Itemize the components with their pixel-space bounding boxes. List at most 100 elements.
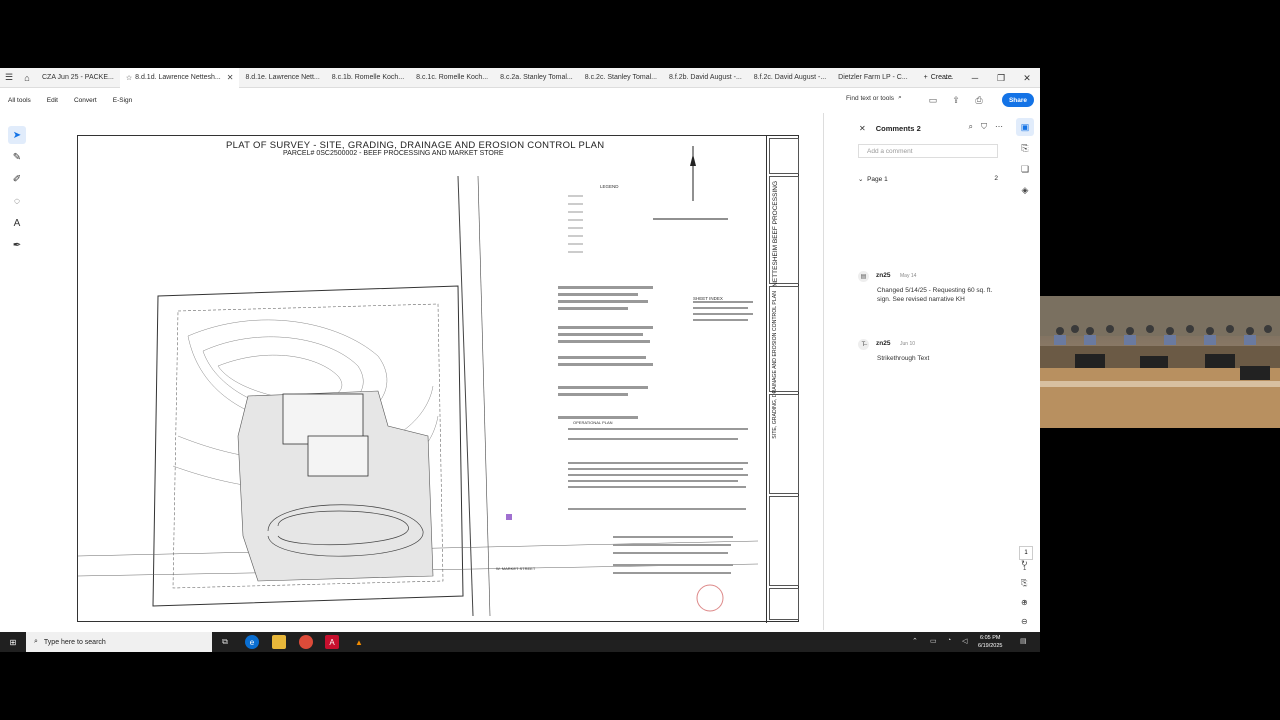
sheet-index-label: SHEET INDEX: [693, 296, 723, 301]
menu-edit[interactable]: Edit: [39, 97, 66, 104]
tab-3[interactable]: 8.c.1b. Romelle Koch...: [326, 68, 410, 88]
comment-text: Strikethrough Text: [877, 355, 930, 362]
chevron-down-icon: ⌄: [858, 176, 864, 183]
comments-panel-icon[interactable]: ▣: [1016, 118, 1034, 136]
title-cell-2: SITE, GRADING, DRAINAGE AND EROSION CONT…: [769, 286, 799, 439]
tab-8[interactable]: 8.f.2c. David August -...: [748, 68, 832, 88]
upload-icon[interactable]: ⇪: [950, 94, 962, 106]
acrobat-window: ☰ ⌂ CZA Jun 25 - PACKE... ☆ 8.d.1d. Lawre…: [0, 67, 1040, 632]
refresh-icon[interactable]: ↻: [1021, 559, 1028, 568]
text-tool-icon[interactable]: A: [8, 214, 26, 232]
comments-toolbar: ⌕ ⛉ ⋯: [969, 122, 1003, 132]
comment-item[interactable]: T̶ zn25 Jun 10 Strikethrough Text: [858, 339, 998, 369]
edge-icon[interactable]: e: [245, 635, 259, 649]
tab-0[interactable]: CZA Jun 25 - PACKE...: [36, 68, 120, 88]
strikethrough-icon: T̶: [858, 339, 869, 350]
share-label: Share: [1008, 96, 1028, 104]
tab-label: 8.c.2a. Stanley Tomal...: [500, 74, 573, 81]
zoom-in-icon[interactable]: ⊕: [1021, 598, 1028, 607]
pages-icon[interactable]: ❏: [1016, 160, 1034, 178]
add-comment-input[interactable]: Add a comment: [858, 144, 998, 158]
page-group-count: 2: [994, 175, 998, 182]
more-icon[interactable]: ⋯: [936, 68, 962, 88]
share-button[interactable]: Share: [1002, 93, 1034, 107]
tab-7[interactable]: 8.f.2b. David August -...: [663, 68, 748, 88]
tab-9[interactable]: Dietzler Farm LP - C...: [832, 68, 914, 88]
tray-chevron-icon[interactable]: ⌃: [912, 637, 918, 645]
notification-icon[interactable]: ▤: [1020, 637, 1027, 645]
draw-tool-icon[interactable]: ◌: [8, 192, 26, 210]
task-view-icon[interactable]: ⧉: [218, 635, 232, 649]
meeting-video: [1040, 296, 1280, 428]
tab-bar: ☰ ⌂ CZA Jun 25 - PACKE... ☆ 8.d.1d. Lawre…: [0, 67, 1040, 88]
clock-time: 6:05 PM: [979, 635, 1001, 641]
search-icon: ⌕: [898, 94, 902, 101]
tab-6[interactable]: 8.c.2c. Stanley Tomal...: [579, 68, 663, 88]
tab-label: 8.c.1b. Romelle Koch...: [331, 74, 405, 81]
meeting-scene: [1040, 296, 1280, 428]
tab-5[interactable]: 8.c.2a. Stanley Tomal...: [494, 68, 579, 88]
close-icon[interactable]: ✕: [859, 124, 866, 133]
tab-label: 8.d.1e. Lawrence Nett...: [245, 74, 320, 81]
menu-esign[interactable]: E-Sign: [105, 97, 141, 104]
page-group[interactable]: ⌄ Page 1 2: [858, 175, 998, 183]
acrobat-icon[interactable]: A: [325, 635, 339, 649]
highlight-tool-icon[interactable]: ✐: [8, 170, 26, 188]
volume-icon[interactable]: ◁: [962, 637, 967, 645]
comments-title: Comments 2: [875, 123, 921, 133]
taskbar-search[interactable]: ⌕ Type here to search: [26, 632, 212, 652]
search-icon[interactable]: ⌕: [969, 122, 973, 132]
street-label: W. MARKET STREET: [496, 566, 536, 571]
save-icon[interactable]: ▭: [927, 94, 939, 106]
site-plan-drawing: [78, 146, 759, 617]
tab-label: 8.f.2b. David August -...: [669, 74, 742, 81]
tab-label: 8.c.2c. Stanley Tomal...: [584, 74, 658, 81]
document-viewer[interactable]: PLAT OF SURVEY - SITE, GRADING, DRAINAGE…: [44, 113, 824, 630]
layers-icon[interactable]: ◈: [1016, 181, 1034, 199]
close-tab-icon[interactable]: ✕: [227, 73, 234, 82]
page-number-input[interactable]: 1: [1019, 546, 1033, 560]
tab-4[interactable]: 8.c.1c. Romelle Koch...: [410, 68, 494, 88]
network-icon[interactable]: ▭: [930, 637, 937, 645]
title-cell-5: [769, 588, 799, 620]
menu-icon[interactable]: ☰: [0, 68, 18, 88]
chrome-icon[interactable]: [299, 635, 313, 649]
title-cell-1: NETTESHEIM BEEF PROCESSING: [769, 176, 799, 287]
filter-icon[interactable]: ⛉: [981, 122, 987, 132]
comment-item[interactable]: ▤ zn25 May 14 Changed 5/14/25 - Requesti…: [858, 271, 998, 321]
menu-convert[interactable]: Convert: [66, 97, 105, 104]
notes-label: OPERATIONAL PLAN: [573, 420, 613, 425]
legend-label: LEGEND: [600, 184, 619, 189]
home-icon[interactable]: ⌂: [18, 68, 36, 88]
scroll-divider: [823, 113, 824, 630]
clock[interactable]: 6:05 PM 6/19/2025: [978, 634, 1002, 650]
plat-sheet: PLAT OF SURVEY - SITE, GRADING, DRAINAGE…: [77, 135, 800, 623]
comment-tool-icon[interactable]: ✎: [8, 148, 26, 166]
vlc-icon[interactable]: ▲: [352, 635, 366, 649]
tab-1[interactable]: ☆ 8.d.1d. Lawrence Nettesh... ✕: [119, 67, 240, 88]
more-icon[interactable]: ⋯: [995, 122, 1003, 132]
windows-icon[interactable]: ⊞: [6, 635, 20, 649]
tab-label: 8.c.1c. Romelle Koch...: [416, 74, 489, 81]
clock-date: 6/19/2025: [978, 643, 1003, 649]
bookmark-icon[interactable]: ⎘: [1016, 139, 1034, 157]
minimize-icon[interactable]: ─: [962, 68, 988, 88]
tab-2[interactable]: 8.d.1e. Lawrence Nett...: [239, 68, 325, 88]
star-icon[interactable]: ☆: [126, 74, 132, 82]
select-tool-icon[interactable]: ➤: [8, 126, 26, 144]
comments-panel: ✕ Comments 2 ⌕ ⛉ ⋯ Add a comment ⌄ Page …: [853, 113, 1011, 630]
maximize-icon[interactable]: ❐: [988, 68, 1014, 88]
print-icon[interactable]: ⎙: [973, 94, 985, 106]
tab-label: Dietzler Farm LP - C...: [838, 74, 908, 81]
zoom-out-icon[interactable]: ⊖: [1021, 617, 1028, 626]
folder-icon[interactable]: [272, 635, 286, 649]
find-tools[interactable]: Find text or tools ⌕: [846, 94, 902, 102]
comment-date: Jun 10: [900, 341, 916, 347]
close-window-icon[interactable]: ✕: [1014, 68, 1040, 88]
menu-all-tools[interactable]: All tools: [0, 97, 39, 104]
title-cell-4: [769, 496, 799, 586]
title-block: NETTESHEIM BEEF PROCESSING SITE, GRADING…: [766, 136, 800, 623]
sign-tool-icon[interactable]: ✒: [8, 236, 26, 254]
wifi-icon[interactable]: ◔: [947, 637, 951, 644]
save-copy-icon[interactable]: ⎘: [1021, 578, 1027, 588]
